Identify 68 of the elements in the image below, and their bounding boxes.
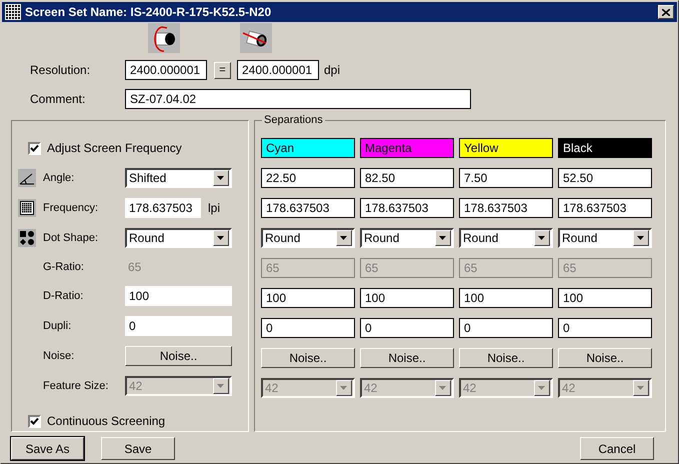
input-field[interactable]: 52.50 [558,168,652,188]
dropdown[interactable]: Round [459,228,553,248]
equal-button[interactable]: = [214,62,231,78]
separation-header: Yellow [459,138,553,158]
window-title: Screen Set Name: IS-2400-R-175-K52.5-N20 [25,4,272,21]
input-field[interactable]: 7.50 [459,168,553,188]
input-field[interactable]: 0 [360,318,454,338]
noise-button[interactable]: Noise.. [459,348,553,368]
noise-button[interactable]: Noise.. [125,346,232,366]
checkbox-label: Adjust Screen Frequency [47,140,182,157]
input-field[interactable]: 100 [125,286,232,306]
input-field[interactable]: 0 [558,318,652,338]
input-field[interactable]: 100 [360,288,454,308]
checkbox[interactable] [28,142,41,154]
unit-label: dpi [324,62,340,79]
input-field[interactable]: 82.50 [360,168,454,188]
field-label: D-Ratio: [42,288,84,304]
cylinder-rotation-icon[interactable] [240,23,272,53]
disabled-value: 65 [127,259,142,276]
field-label: Noise: [42,348,76,364]
input-field[interactable]: 178.637503 [125,198,201,218]
separation-header: Magenta [360,138,454,158]
noise-button[interactable]: Noise.. [261,348,355,368]
checkbox[interactable] [28,414,41,428]
field-label: Feature Size: [42,378,110,394]
field-label: Dupli: [42,318,72,334]
field-label: Resolution: [29,62,92,79]
dropdown[interactable]: Shifted [125,168,232,188]
input-field[interactable]: 178.637503 [558,198,652,218]
field-label: Frequency: [42,200,100,216]
dropdown[interactable]: Round [261,228,355,248]
input-field[interactable]: 2400.000001 [125,60,207,80]
input-field[interactable]: SZ-07.04.02 [125,89,471,109]
noise-button[interactable]: Noise.. [360,348,454,368]
input-field[interactable]: 178.637503 [459,198,553,218]
field-label: Comment: [29,91,86,108]
dropdown[interactable]: Round [558,228,652,248]
cylinder-rotation-icon[interactable] [148,23,180,53]
dropdown[interactable]: Round [360,228,454,248]
field-label: Dot Shape: [42,230,100,246]
dot-shapes-icon [18,229,36,247]
save-button[interactable]: Save [101,437,175,460]
unit-label: lpi [208,200,220,217]
angle-icon [18,169,36,187]
input-field[interactable]: 178.637503 [360,198,454,218]
input-field[interactable]: 178.637503 [261,198,355,218]
group-title: Separations [262,113,325,128]
input-field[interactable]: 0 [125,316,232,336]
dropdown[interactable]: Round [125,228,232,248]
input-field[interactable]: 0 [459,318,553,338]
field-label: G-Ratio: [42,260,85,275]
input-field[interactable]: 100 [261,288,355,308]
checkbox-label: Continuous Screening [47,413,166,430]
close-button[interactable] [658,5,674,19]
grid-icon [18,199,36,217]
app-icon [5,4,21,20]
separation-header: Cyan [261,138,355,158]
cancel-button[interactable]: Cancel [580,437,654,460]
field-label: Angle: [42,170,76,186]
separation-header: Black [558,138,652,158]
input-field[interactable]: 0 [261,318,355,338]
input-field[interactable]: 2400.000001 [237,60,319,80]
input-field[interactable]: 100 [459,288,553,308]
close-icon [662,8,670,16]
input-field[interactable]: 100 [558,288,652,308]
noise-button[interactable]: Noise.. [558,348,652,368]
save-as-button[interactable]: Save As [11,437,84,460]
input-field[interactable]: 22.50 [261,168,355,188]
